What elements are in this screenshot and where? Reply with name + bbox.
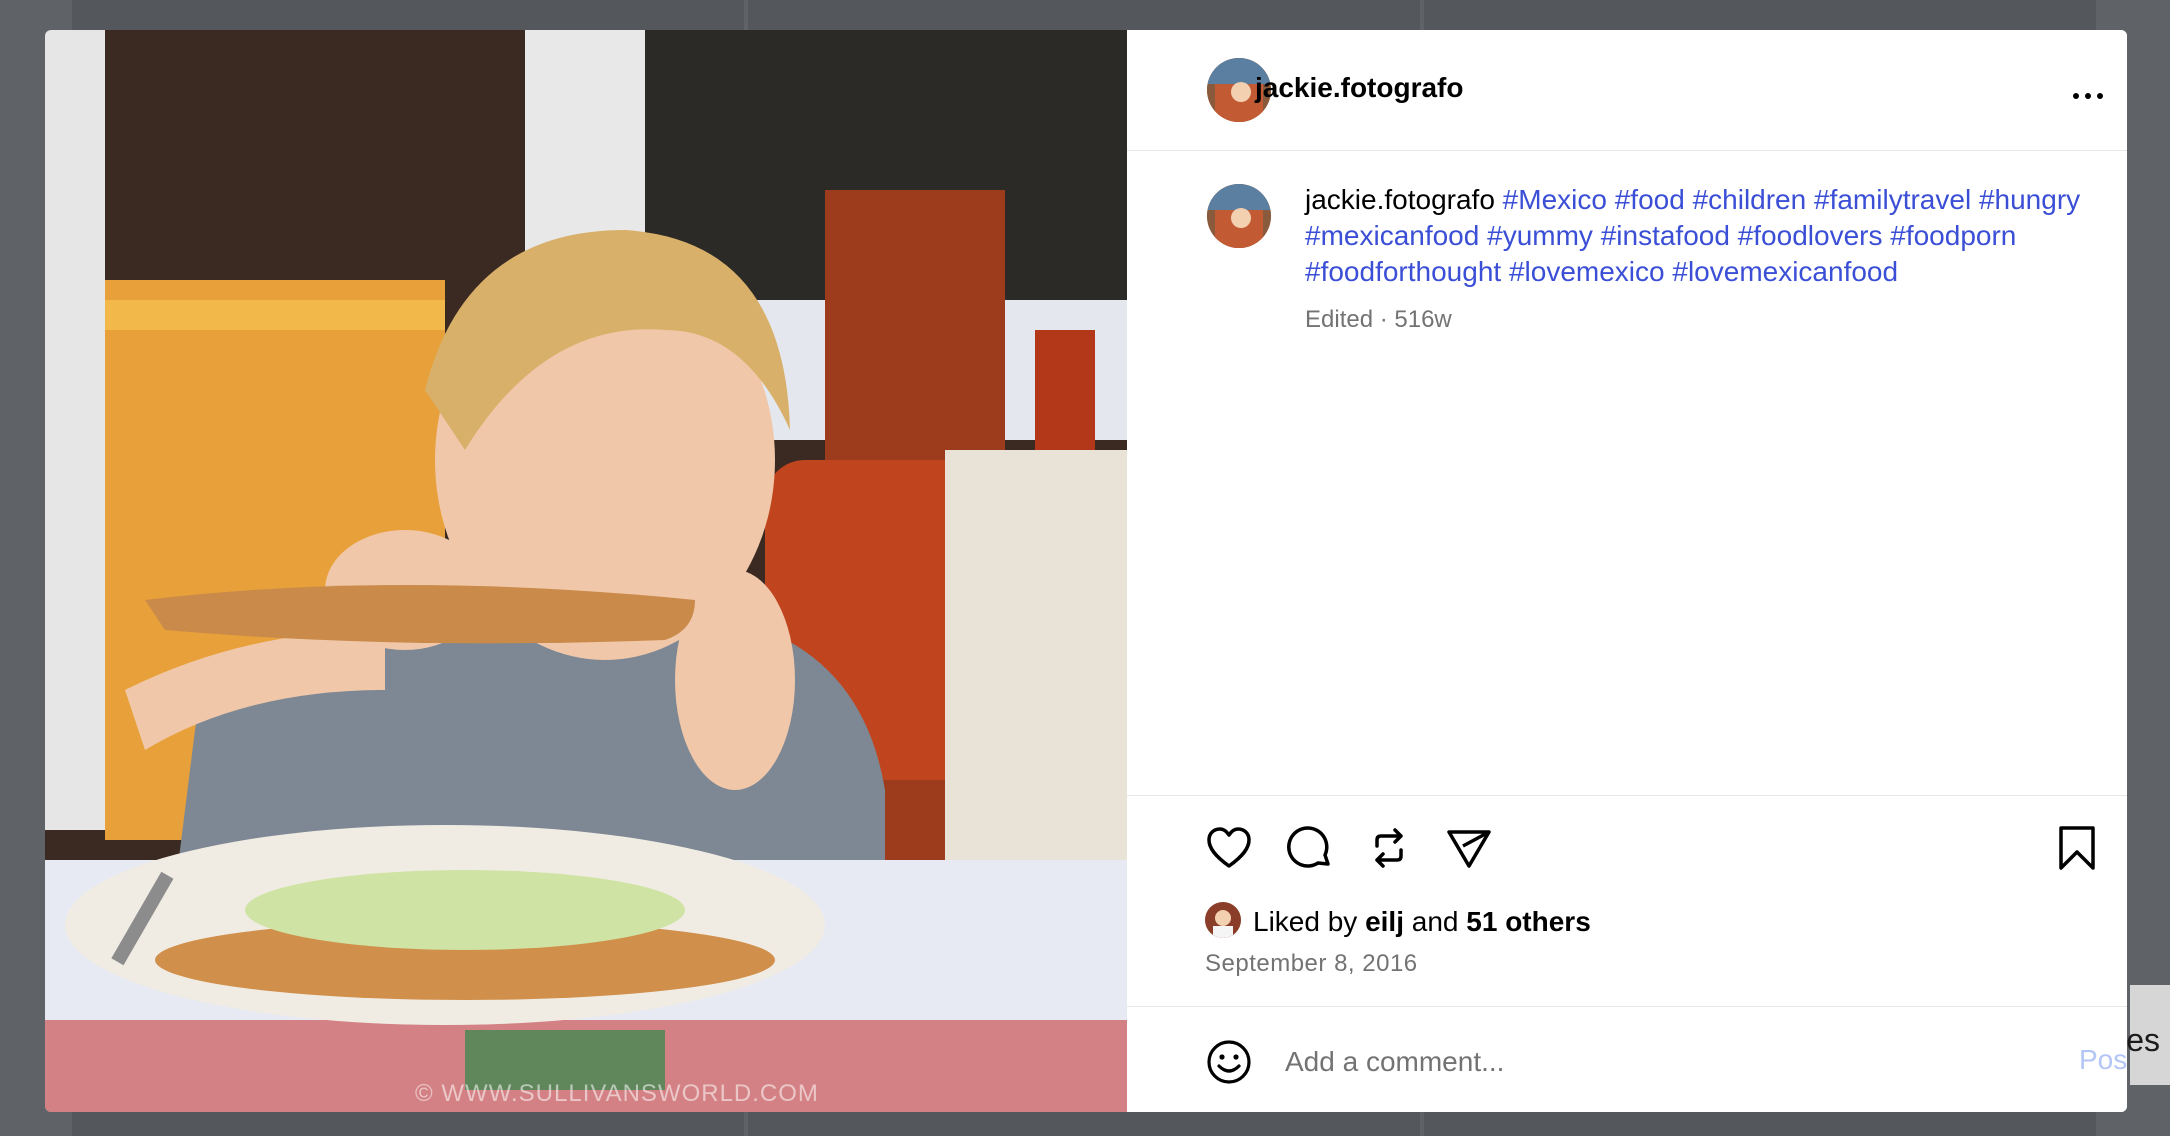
bookmark-icon[interactable] (2055, 824, 2099, 872)
hashtag-link[interactable]: #children (1693, 184, 1807, 215)
background-partial-text: es (2126, 1022, 2160, 1058)
heart-icon[interactable] (1205, 824, 1253, 872)
hashtag-link[interactable]: #lovemexicanfood (1672, 256, 1898, 287)
post-photo[interactable]: © WWW.SULLIVANSWORLD.COM (45, 30, 1127, 1112)
comment-input[interactable] (1285, 1042, 1985, 1082)
background-tile (72, 1112, 744, 1136)
likes-summary: Liked by eilj and 51 others (1253, 906, 1591, 938)
hashtag-link[interactable]: #familytravel (1814, 184, 1971, 215)
avatar-image (1207, 184, 1271, 248)
hashtag-link[interactable]: #instafood (1601, 220, 1730, 251)
divider (1127, 795, 2127, 796)
author-username[interactable]: jackie.fotografo (1255, 72, 1463, 104)
hashtag-link[interactable]: #food (1615, 184, 1685, 215)
repost-icon[interactable] (1365, 824, 1413, 872)
likes-others-link[interactable]: 51 others (1466, 906, 1591, 937)
hashtag-link[interactable]: #foodporn (1890, 220, 2016, 251)
post-header: jackie.fotografo (1127, 30, 2127, 151)
liker-username[interactable]: eilj (1365, 906, 1404, 937)
likes-middle: and (1404, 906, 1467, 937)
post-caption: jackie.fotografo #Mexico #food #children… (1305, 182, 2085, 290)
post-date: September 8, 2016 (1205, 950, 1418, 977)
post-modal: © WWW.SULLIVANSWORLD.COM jackie.fotograf… (45, 30, 2127, 1112)
liker-avatar[interactable] (1205, 902, 1241, 938)
post-side-panel: jackie.fotografo jackie.fotografo #Mexic… (1127, 30, 2127, 1112)
post-comment-button[interactable]: Post (2079, 1044, 2127, 1076)
smiley-icon[interactable] (1205, 1038, 1253, 1086)
hashtag-link[interactable]: #yummy (1487, 220, 1593, 251)
more-horizontal-icon[interactable] (2073, 86, 2113, 102)
avatar-image (1205, 902, 1241, 938)
hashtag-link[interactable]: #foodforthought (1305, 256, 1501, 287)
background-tile (748, 1112, 1420, 1136)
caption-avatar[interactable] (1207, 184, 1271, 248)
paper-plane-icon[interactable] (1445, 824, 1493, 872)
hashtag-link[interactable]: #Mexico (1503, 184, 1607, 215)
background-tile (1424, 1112, 2096, 1136)
background-tile (1424, 0, 2096, 30)
background-tile (748, 0, 1420, 30)
photo-watermark: © WWW.SULLIVANSWORLD.COM (415, 1080, 819, 1107)
comment-bubble-icon[interactable] (1285, 824, 1333, 872)
hashtag-link[interactable]: #foodlovers (1738, 220, 1883, 251)
hashtag-link[interactable]: #mexicanfood (1305, 220, 1479, 251)
background-tile (72, 0, 744, 30)
post-meta: Edited · 516w (1305, 306, 1452, 333)
likes-prefix: Liked by (1253, 906, 1366, 937)
caption-username[interactable]: jackie.fotografo (1305, 184, 1495, 215)
divider (1127, 1006, 2127, 1007)
hashtag-link[interactable]: #lovemexico (1509, 256, 1665, 287)
photo-illustration (45, 30, 1127, 1112)
hashtag-link[interactable]: #hungry (1979, 184, 2080, 215)
